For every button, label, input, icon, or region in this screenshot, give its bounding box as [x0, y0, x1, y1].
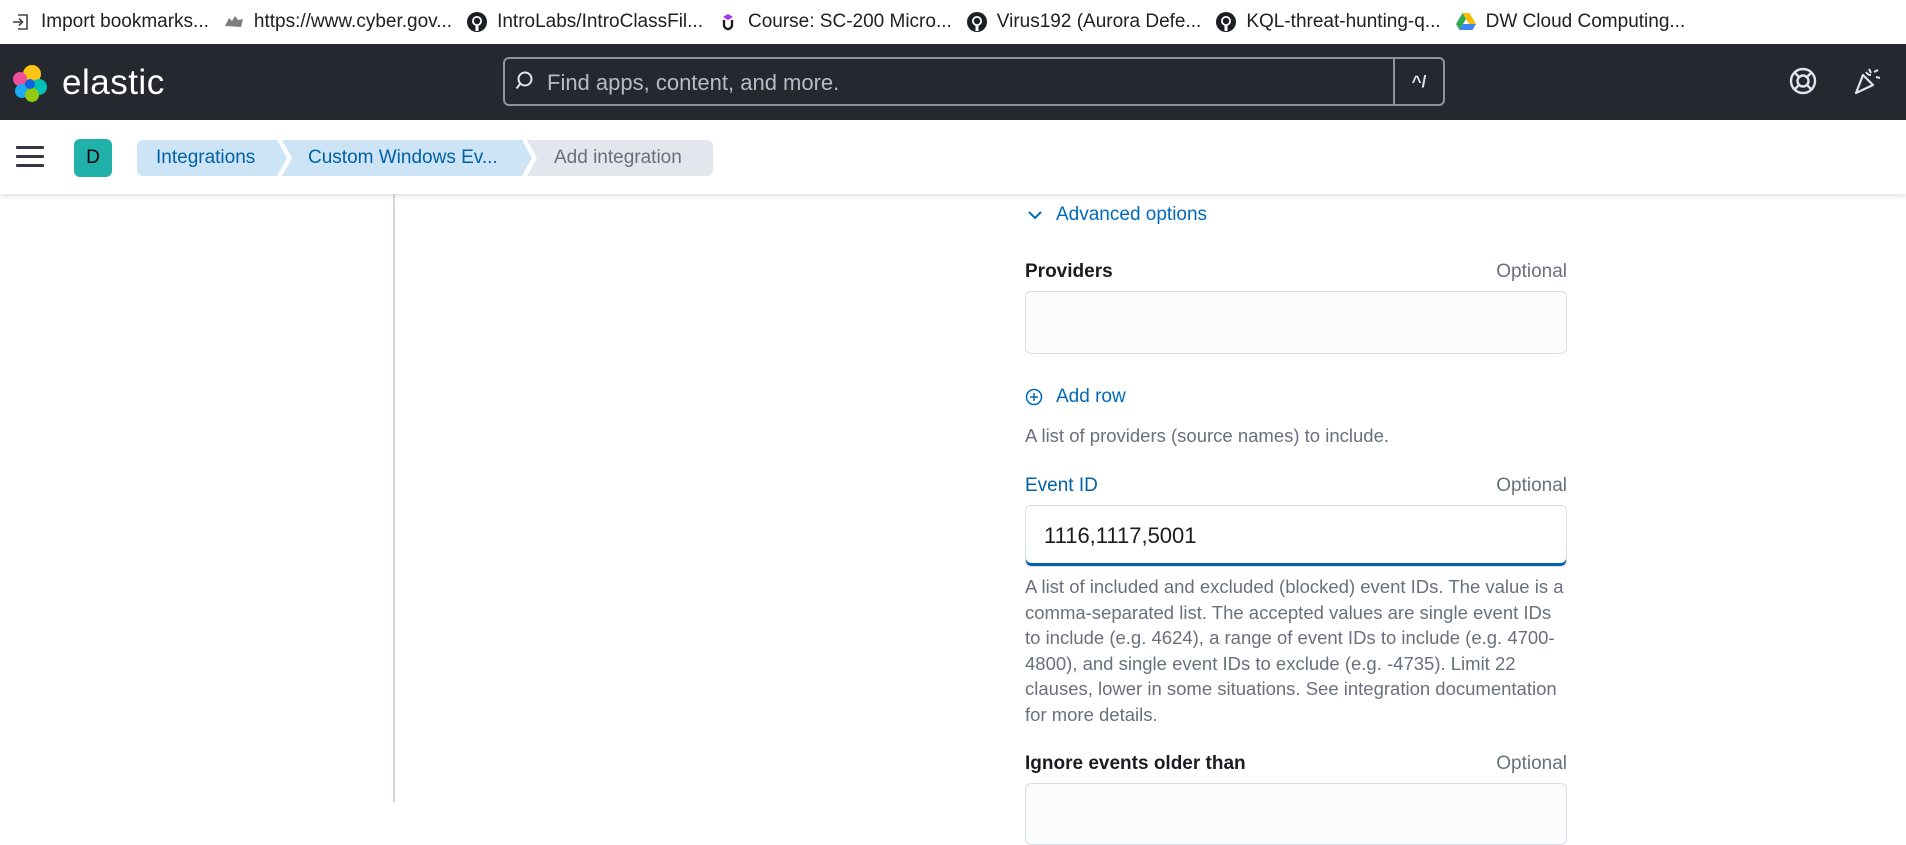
logo-text: elastic: [62, 63, 165, 102]
bookmark-label: Course: SC-200 Micro...: [748, 11, 952, 32]
menu-toggle-button[interactable]: [16, 146, 44, 168]
ignore-older-label: Ignore events older than: [1025, 753, 1246, 774]
breadcrumb-add-integration: Add integration: [527, 140, 713, 176]
party-popper-icon: [1854, 68, 1881, 95]
elastic-logo[interactable]: elastic: [10, 63, 165, 103]
bookmark-label: KQL-threat-hunting-q...: [1246, 11, 1441, 32]
drive-icon: [1455, 11, 1477, 33]
bookmark-introlabs[interactable]: IntroLabs/IntroClassFil...: [462, 0, 713, 44]
news-feed-button[interactable]: [1852, 66, 1884, 98]
help-button[interactable]: [1788, 66, 1820, 98]
breadcrumb-integrations[interactable]: Integrations: [137, 140, 287, 176]
site-icon: [223, 11, 245, 33]
providers-label: Providers: [1025, 261, 1113, 282]
elastic-header: elastic Find apps, content, and more. ^/: [0, 44, 1906, 120]
providers-optional: Optional: [1496, 261, 1567, 282]
bookmark-cyber-gov[interactable]: https://www.cyber.gov...: [219, 0, 462, 44]
elastic-logo-icon: [13, 65, 47, 102]
udemy-icon: [717, 11, 739, 33]
providers-field[interactable]: [1025, 291, 1567, 354]
ignore-older-field[interactable]: [1025, 783, 1567, 845]
bookmark-dw-cloud[interactable]: DW Cloud Computing...: [1451, 0, 1696, 44]
plus-circle-icon: [1025, 388, 1043, 406]
global-search[interactable]: Find apps, content, and more. ^/: [503, 57, 1445, 106]
search-shortcut-badge: ^/: [1393, 59, 1443, 104]
event-id-label: Event ID: [1025, 475, 1098, 496]
search-icon: [515, 71, 533, 90]
bookmark-course[interactable]: Course: SC-200 Micro...: [713, 0, 962, 44]
bookmark-import[interactable]: Import bookmarks...: [6, 0, 219, 44]
ignore-older-optional: Optional: [1496, 753, 1567, 774]
providers-label-row: Providers Optional: [1025, 261, 1567, 283]
help-lifebuoy-icon: [1789, 67, 1817, 95]
github-icon: [466, 11, 488, 33]
chevron-down-icon: [1028, 211, 1042, 220]
import-icon: [10, 11, 32, 33]
space-avatar[interactable]: D: [74, 139, 112, 177]
breadcrumb-custom-windows[interactable]: Custom Windows Ev...: [282, 140, 532, 176]
breadcrumb-bar: D Integrations Custom Windows Ev... Add …: [0, 120, 1906, 194]
providers-help-text: A list of providers (source names) to in…: [1025, 425, 1389, 446]
event-id-value: 1116,1117,5001: [1044, 523, 1197, 548]
bookmark-label: DW Cloud Computing...: [1485, 11, 1686, 32]
column-divider: [393, 194, 395, 802]
bookmark-label: IntroLabs/IntroClassFil...: [497, 11, 703, 32]
github-icon: [1215, 11, 1237, 33]
bookmarks-bar: Import bookmarks... https://www.cyber.go…: [0, 0, 1906, 44]
main-content: Advanced options Providers Optional Add …: [0, 194, 1906, 845]
bookmark-virus192[interactable]: Virus192 (Aurora Defe...: [962, 0, 1212, 44]
bookmark-label: Virus192 (Aurora Defe...: [996, 11, 1202, 32]
bookmark-label: https://www.cyber.gov...: [253, 11, 453, 32]
github-icon: [966, 11, 988, 33]
search-input[interactable]: Find apps, content, and more.: [547, 70, 839, 96]
add-row-button[interactable]: Add row: [1025, 386, 1126, 408]
advanced-options-label: Advanced options: [1056, 204, 1208, 225]
bookmark-label: Import bookmarks...: [41, 11, 209, 32]
event-id-field[interactable]: 1116,1117,5001: [1025, 505, 1567, 567]
ignore-older-label-row: Ignore events older than Optional: [1025, 753, 1567, 775]
add-row-label: Add row: [1056, 386, 1126, 407]
event-id-help-text: A list of included and excluded (blocked…: [1025, 576, 1564, 725]
event-id-optional: Optional: [1496, 475, 1567, 496]
event-id-label-row: Event ID Optional: [1025, 475, 1567, 497]
bookmark-kql[interactable]: KQL-threat-hunting-q...: [1211, 0, 1450, 44]
advanced-options-toggle[interactable]: Advanced options: [1025, 204, 1207, 226]
hamburger-icon: [16, 146, 44, 149]
